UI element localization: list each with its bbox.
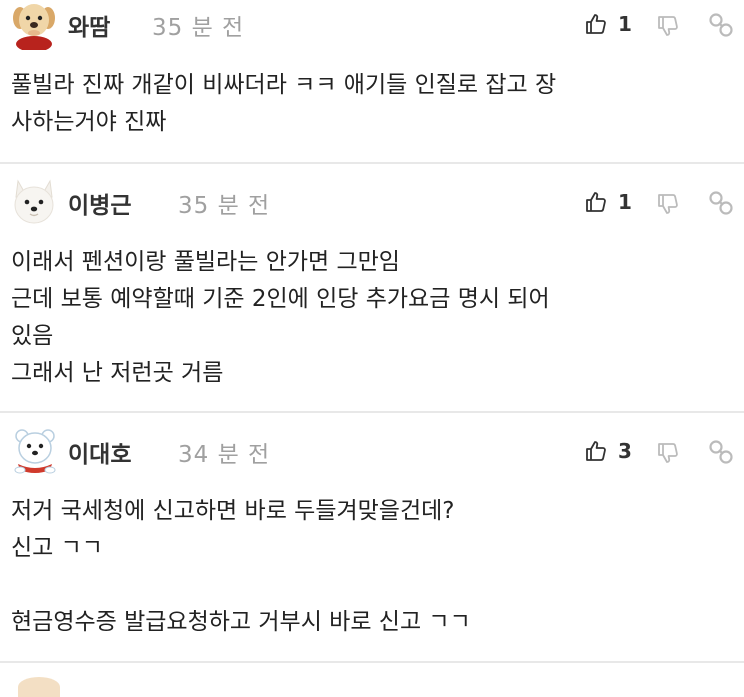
link-icon (709, 13, 733, 37)
thumbs-up-icon (586, 192, 606, 212)
author-name[interactable]: 이병근 (68, 186, 131, 220)
like-button[interactable]: 1 (584, 189, 636, 219)
share-link-button[interactable] (708, 438, 736, 468)
like-button[interactable]: 1 (584, 11, 636, 41)
link-icon (709, 440, 733, 464)
thumbs-down-icon (658, 16, 678, 36)
thumbs-down-icon (658, 194, 678, 214)
comment-item: 이병근 35 분 전 1 이래서 펜션이랑 풀빌라는 안가면 그만임 근데 보통… (0, 164, 744, 411)
comment-item: 이대호 34 분 전 3 저거 국세청에 신고하면 바로 두들겨맞을건데? 신고… (0, 413, 744, 661)
like-count: 3 (618, 439, 632, 463)
author-name[interactable]: 이대호 (68, 435, 131, 469)
share-link-button[interactable] (708, 189, 736, 219)
polar-bear-avatar[interactable] (10, 426, 58, 474)
dislike-button[interactable] (656, 191, 682, 221)
like-count: 1 (618, 12, 632, 36)
avatar[interactable] (18, 677, 60, 697)
comment-body: 이래서 펜션이랑 풀빌라는 안가면 그만임 근데 보통 예약할때 기준 2인에 … (11, 249, 550, 386)
comment-time: 35 분 전 (178, 193, 271, 219)
white-dog-avatar[interactable] (10, 177, 58, 225)
comment-time: 34 분 전 (178, 442, 271, 468)
comment-body: 풀빌라 진짜 개같이 비싸더라 ㅋㅋ 애기들 인질로 잡고 장 사하는거야 진짜 (11, 72, 557, 135)
comment-item: 와땀 35 분 전 1 풀빌라 진짜 개같이 비싸더라 ㅋㅋ 애기들 인질로 잡… (0, 0, 744, 162)
thumbs-up-icon (586, 14, 606, 34)
comment-body: 저거 국세청에 신고하면 바로 두들겨맞을건데? 신고 ㄱㄱ 현금영수증 발급요… (11, 498, 471, 635)
author-name[interactable]: 와땀 (68, 8, 110, 42)
comment-time: 35 분 전 (152, 15, 245, 41)
comment-item (0, 663, 744, 697)
thumbs-down-icon (658, 443, 678, 463)
link-icon (709, 191, 733, 215)
puppy-avatar[interactable] (10, 0, 58, 50)
dislike-button[interactable] (656, 440, 682, 470)
like-count: 1 (618, 190, 632, 214)
thumbs-up-icon (586, 441, 606, 461)
like-button[interactable]: 3 (584, 438, 636, 468)
share-link-button[interactable] (708, 11, 736, 41)
dislike-button[interactable] (656, 13, 682, 43)
